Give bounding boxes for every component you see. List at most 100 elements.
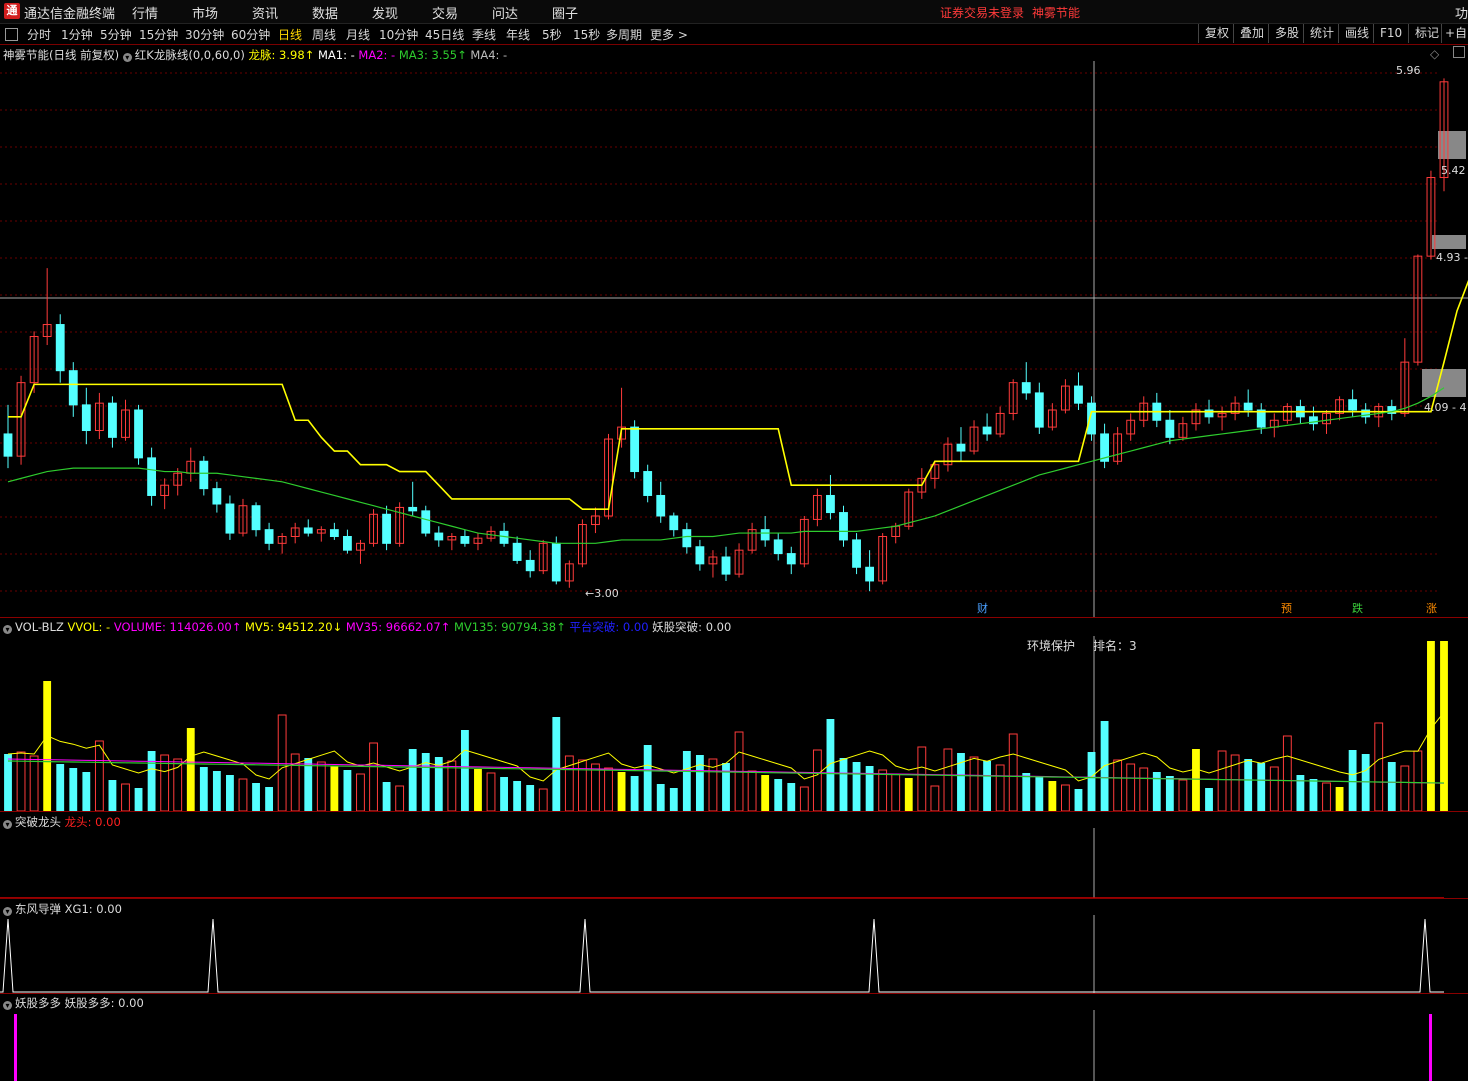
indicator-name[interactable]: 红K龙脉线(0,0,60,0) bbox=[135, 48, 245, 62]
dongfeng-name[interactable]: 东风导弹 bbox=[15, 902, 61, 916]
longmai-value: 龙脉: 3.98↑ bbox=[248, 48, 315, 62]
menu-quanzi[interactable]: 圈子 bbox=[552, 3, 578, 22]
volume-chart[interactable] bbox=[0, 618, 1468, 812]
event-marker-3[interactable]: 涨 bbox=[1426, 600, 1437, 616]
candle-body bbox=[839, 512, 848, 541]
vol-indicator-name[interactable]: VOL-BLZ bbox=[15, 620, 64, 634]
dropdown-icon[interactable]: ▾ bbox=[3, 907, 12, 916]
volume-bar bbox=[356, 773, 365, 812]
login-status[interactable]: 证券交易未登录 bbox=[940, 4, 1024, 21]
volume-bar bbox=[226, 775, 234, 811]
menu-zixun[interactable]: 资讯 bbox=[252, 3, 278, 22]
period-multi[interactable]: 多周期 bbox=[606, 26, 642, 43]
dongfeng-chart[interactable] bbox=[0, 899, 1468, 994]
event-marker-0[interactable]: 财 bbox=[977, 600, 988, 616]
low-price-value: 3.00 bbox=[594, 587, 619, 600]
longtou-value: 龙头: 0.00 bbox=[64, 815, 121, 829]
candle-body bbox=[695, 546, 705, 565]
volume-bar bbox=[330, 766, 339, 811]
volume-bar bbox=[369, 742, 378, 812]
event-marker-2[interactable]: 跌 bbox=[1352, 600, 1363, 616]
vvol-value: VVOL: - bbox=[67, 620, 111, 634]
yaogu-name[interactable]: 妖股多多 bbox=[15, 996, 61, 1010]
price-panel[interactable]: 神雾节能(日线 前复权) ▾ 红K龙脉线(0,0,60,0) 龙脉: 3.98↑ … bbox=[0, 45, 1468, 617]
overlay-button[interactable]: 叠加 bbox=[1233, 24, 1270, 43]
dropdown-icon[interactable]: ▾ bbox=[122, 53, 132, 62]
volume-bar bbox=[983, 761, 992, 811]
f10-button[interactable]: F10 bbox=[1373, 24, 1408, 43]
period-15sec[interactable]: 15秒 bbox=[573, 26, 600, 43]
menu-wenda[interactable]: 问达 bbox=[492, 3, 518, 22]
add-custom-button[interactable]: +自 bbox=[1441, 24, 1468, 43]
period-60min[interactable]: 60分钟 bbox=[231, 26, 270, 43]
candle-body bbox=[852, 539, 861, 568]
period-1min[interactable]: 1分钟 bbox=[61, 26, 93, 43]
mv135-value: MV135: 90794.38↑ bbox=[453, 620, 566, 634]
period-10min[interactable]: 10分钟 bbox=[379, 26, 418, 43]
tupo-panel[interactable]: ▾ 突破龙头 龙头: 0.00 bbox=[0, 811, 1468, 899]
volume-bar bbox=[277, 714, 287, 812]
volume-bar bbox=[839, 758, 848, 811]
volume-bar bbox=[917, 746, 927, 812]
volume-bar bbox=[865, 766, 874, 811]
fuquan-button[interactable]: 复权 bbox=[1198, 24, 1235, 43]
period-5min[interactable]: 5分钟 bbox=[100, 26, 132, 43]
tupo-chart[interactable] bbox=[0, 812, 1468, 899]
event-marker-1[interactable]: 预 bbox=[1281, 600, 1292, 616]
tupo-name[interactable]: 突破龙头 bbox=[15, 815, 61, 829]
period-45day[interactable]: 45日线 bbox=[425, 26, 464, 43]
volume-bar bbox=[669, 788, 678, 811]
period-15min[interactable]: 15分钟 bbox=[139, 26, 178, 43]
menu-hangqing[interactable]: 行情 bbox=[132, 3, 158, 22]
candle-body bbox=[865, 566, 875, 582]
yaogu-panel[interactable]: ▾ 妖股多多 妖股多多: 0.00 bbox=[0, 993, 1468, 1081]
menu-shuju[interactable]: 数据 bbox=[312, 3, 338, 22]
volume-bar bbox=[577, 759, 587, 812]
maximize-icon[interactable] bbox=[1453, 46, 1465, 58]
menu-faxian[interactable]: 发现 bbox=[372, 3, 398, 22]
toggle-icon[interactable] bbox=[5, 28, 18, 41]
volume-bar bbox=[538, 788, 548, 812]
period-more[interactable]: 更多 > bbox=[650, 26, 688, 43]
sector-label: 环境保护 bbox=[1027, 639, 1076, 653]
period-5sec[interactable]: 5秒 bbox=[542, 26, 562, 43]
period-quarterly[interactable]: 季线 bbox=[472, 26, 496, 43]
candle-body bbox=[512, 542, 522, 561]
ma4-value: MA4: - bbox=[470, 48, 508, 62]
volume-bar bbox=[1113, 759, 1123, 812]
candle-body bbox=[329, 529, 339, 537]
diamond-icon[interactable]: ◇ bbox=[1430, 47, 1439, 61]
candle-body bbox=[682, 529, 692, 548]
period-fenshi[interactable]: 分时 bbox=[27, 26, 51, 43]
volume-bar bbox=[1413, 750, 1423, 812]
period-daily[interactable]: 日线 bbox=[278, 26, 302, 43]
price-chart[interactable] bbox=[0, 45, 1468, 617]
yaogu-chart[interactable] bbox=[0, 994, 1468, 1081]
dropdown-icon[interactable]: ▾ bbox=[3, 820, 12, 829]
candle-body bbox=[1348, 399, 1358, 411]
period-yearly[interactable]: 年线 bbox=[506, 26, 530, 43]
menu-shichang[interactable]: 市场 bbox=[192, 3, 218, 22]
dropdown-icon[interactable]: ▾ bbox=[3, 625, 12, 634]
menu-jiaoyi[interactable]: 交易 bbox=[432, 3, 458, 22]
period-30min[interactable]: 30分钟 bbox=[185, 26, 224, 43]
volume-bar bbox=[1387, 762, 1396, 811]
candle-body bbox=[303, 527, 313, 534]
multi-stock-button[interactable]: 多股 bbox=[1268, 24, 1305, 43]
function-menu[interactable]: 功 bbox=[1455, 3, 1468, 22]
volume-bar bbox=[29, 755, 39, 812]
volume-panel[interactable]: ▾ VOL-BLZ VVOL: - VOLUME: 114026.00↑ MV5:… bbox=[0, 617, 1468, 812]
volume-bar bbox=[1309, 779, 1318, 811]
volume-bar bbox=[552, 717, 561, 811]
period-monthly[interactable]: 月线 bbox=[346, 26, 370, 43]
candle-body bbox=[551, 542, 561, 582]
period-weekly[interactable]: 周线 bbox=[312, 26, 336, 43]
dropdown-icon[interactable]: ▾ bbox=[3, 1001, 12, 1010]
volume-bar bbox=[56, 764, 65, 811]
dongfeng-panel[interactable]: ▾ 东风导弹 XG1: 0.00 bbox=[0, 898, 1468, 994]
low-price-label: ←3.00 bbox=[585, 587, 619, 600]
stats-button[interactable]: 统计 bbox=[1303, 24, 1340, 43]
draw-line-button[interactable]: 画线 bbox=[1338, 24, 1375, 43]
mark-button[interactable]: 标记 bbox=[1408, 24, 1445, 43]
xg1-line bbox=[0, 918, 1444, 993]
